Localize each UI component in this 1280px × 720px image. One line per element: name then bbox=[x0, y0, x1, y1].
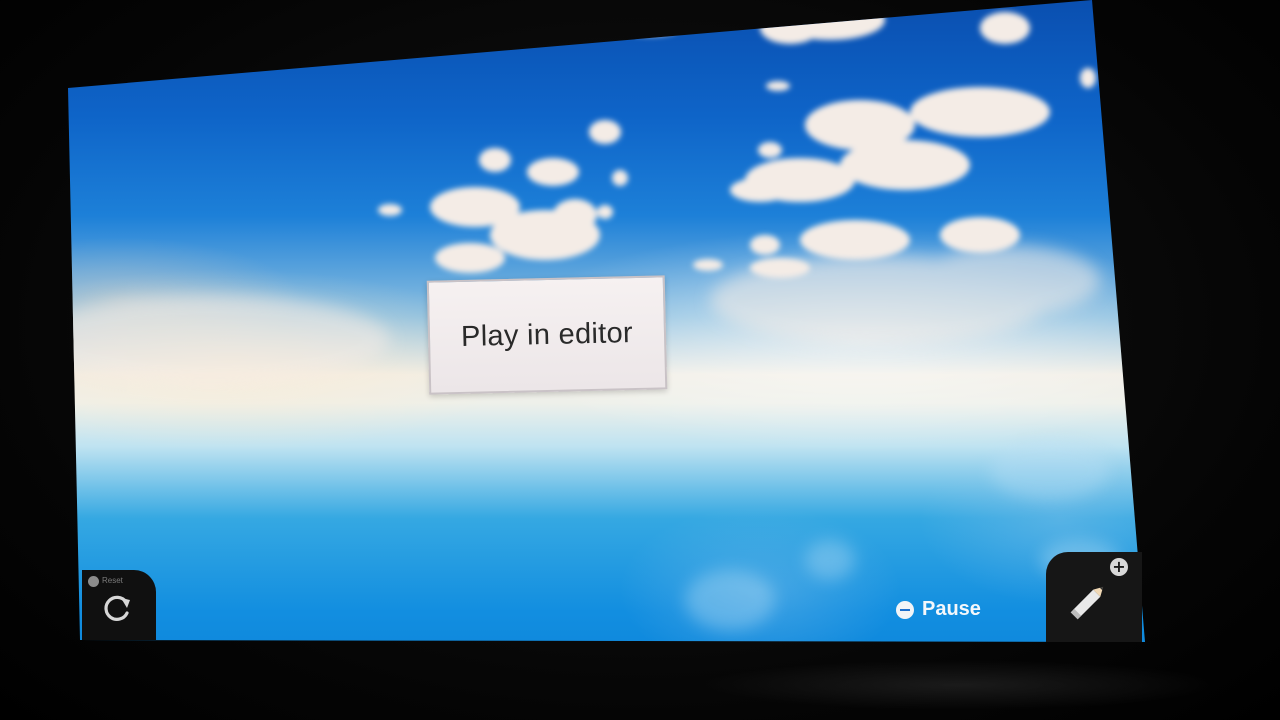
pause-button[interactable]: Pause bbox=[896, 598, 981, 621]
pause-label: Pause bbox=[922, 598, 981, 620]
console-bezel: Play in editor Pause Reset + bbox=[0, 0, 1280, 720]
pencil-icon bbox=[1070, 586, 1104, 620]
button-badge-icon bbox=[88, 576, 99, 587]
minus-button-icon bbox=[896, 600, 914, 619]
plus-button-icon: + bbox=[1110, 558, 1128, 576]
bezel-glare bbox=[700, 660, 1220, 710]
restart-caption: Reset bbox=[102, 576, 123, 585]
play-in-editor-button[interactable]: Play in editor bbox=[426, 275, 668, 395]
edit-button[interactable]: + bbox=[1046, 552, 1142, 642]
restart-icon bbox=[104, 595, 130, 621]
restart-button[interactable]: Reset bbox=[82, 570, 156, 640]
play-in-editor-label: Play in editor bbox=[460, 316, 634, 353]
